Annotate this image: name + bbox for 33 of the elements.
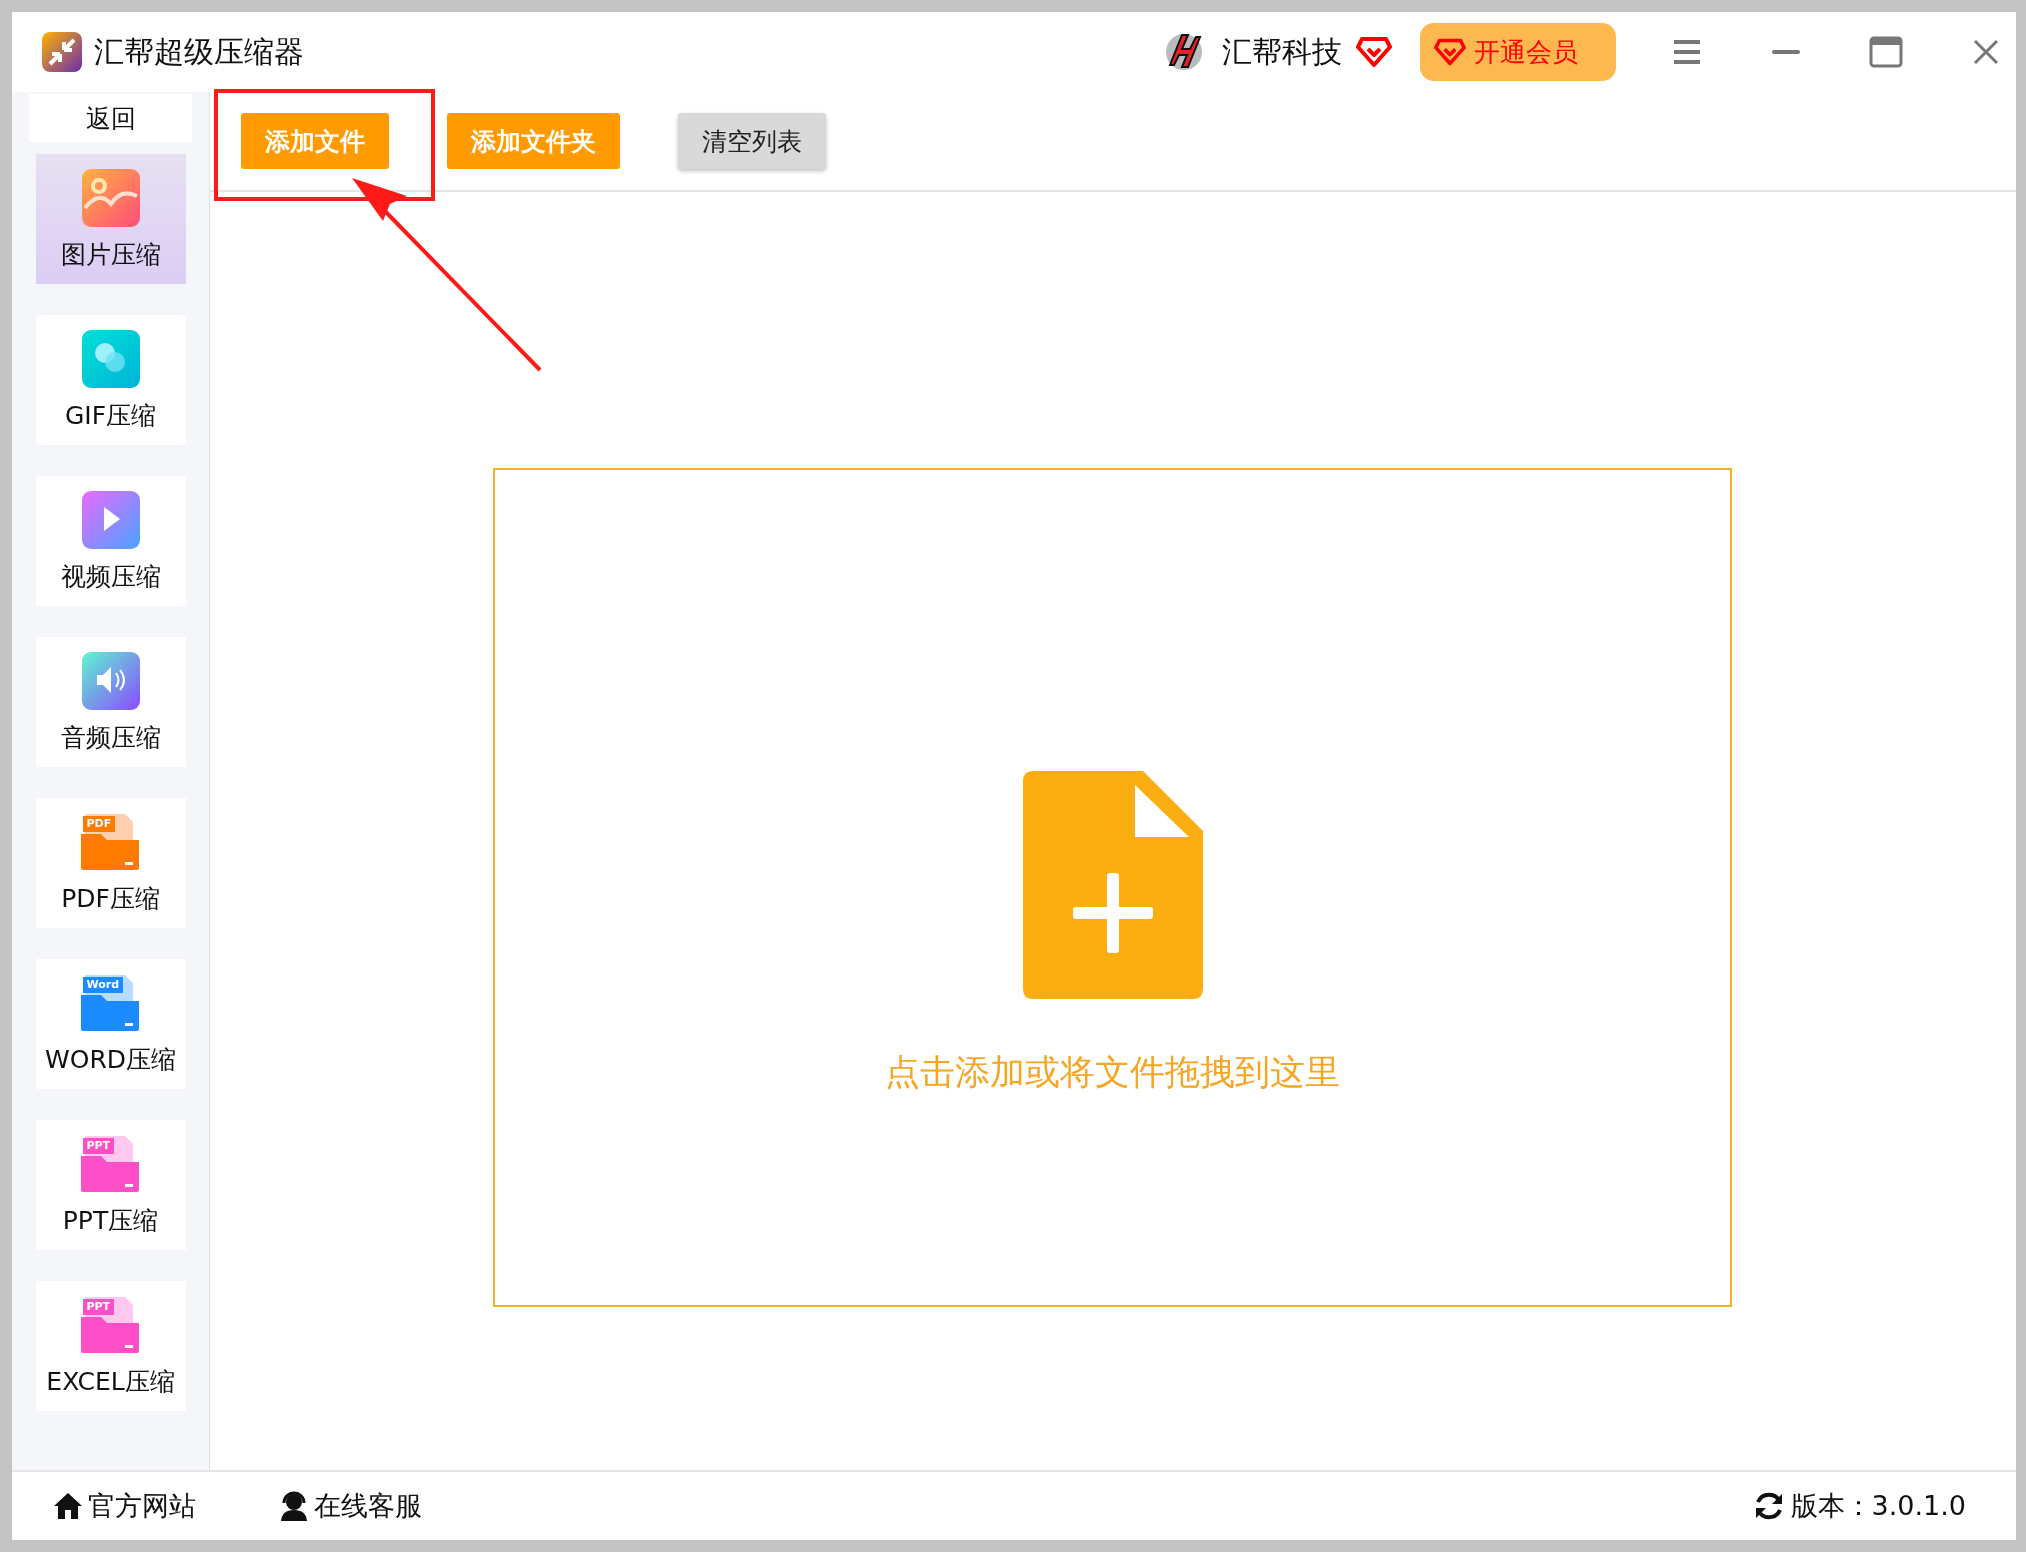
sidebar-item[interactable]: PDF PDF压缩 xyxy=(35,798,186,928)
circles-icon xyxy=(80,329,141,389)
sidebar-item[interactable]: 图片压缩 xyxy=(35,154,186,284)
file-type-label: PPT xyxy=(82,1299,115,1315)
sidebar-item[interactable]: PPT EXCEL压缩 xyxy=(35,1281,186,1411)
speaker-icon xyxy=(80,651,141,711)
headset-icon xyxy=(278,1490,310,1522)
home-icon xyxy=(52,1490,84,1522)
sidebar-item[interactable]: PPT PPT压缩 xyxy=(35,1120,186,1250)
sidebar-item[interactable]: 视频压缩 xyxy=(35,476,186,606)
toolbar-button[interactable]: 清空列表 xyxy=(678,113,826,169)
app-logo-icon xyxy=(42,32,82,72)
play-icon xyxy=(80,490,141,550)
footer-link[interactable]: 官方网站 xyxy=(52,1488,196,1524)
sidebar-item[interactable]: GIF压缩 xyxy=(35,315,186,445)
file-type-label: PDF xyxy=(82,816,116,832)
sidebar-item[interactable]: 音频压缩 xyxy=(35,637,186,767)
company-name: 汇帮科技 xyxy=(1222,32,1342,71)
footer-link[interactable]: 在线客服 xyxy=(278,1488,422,1524)
minimize-icon xyxy=(1772,50,1800,54)
add-file-icon xyxy=(1022,771,1203,999)
link-label: 官方网站 xyxy=(88,1489,196,1523)
window-title: 汇帮超级压缩器 xyxy=(94,32,304,71)
drop-hint: 点击添加或将文件拖拽到这里 xyxy=(885,1051,1340,1094)
file-type-label: PPT xyxy=(82,1138,115,1154)
sidebar-item[interactable]: Word WORD压缩 xyxy=(35,959,186,1089)
picture-icon xyxy=(80,168,141,228)
diamond-icon xyxy=(1434,37,1466,67)
version-label: 版本：3.0.1.0 xyxy=(1790,1489,1966,1523)
file-type-label: Word xyxy=(82,977,124,993)
back-button[interactable]: 返回 xyxy=(29,94,192,142)
diamond-icon xyxy=(1356,35,1392,69)
link-label: 在线客服 xyxy=(314,1489,422,1523)
